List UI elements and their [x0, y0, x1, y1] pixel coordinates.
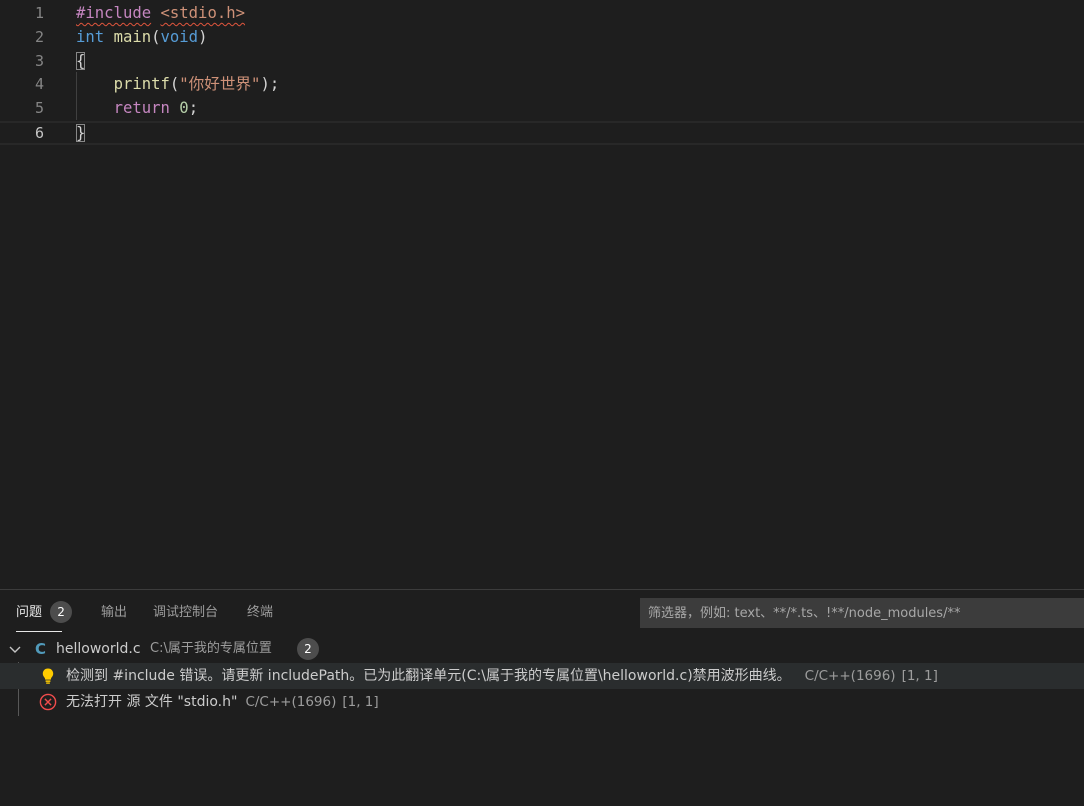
problem-source: C/C++(1696) [245, 694, 337, 710]
brace-token: } [76, 124, 86, 142]
tab-debug-console[interactable]: 调试控制台 [153, 590, 218, 634]
code-line-1[interactable]: 1 #include <stdio.h> [0, 1, 1084, 25]
file-problems-badge: 2 [297, 638, 319, 660]
problem-text: 检测到 #include 错误。请更新 includePath。已为此翻译单元(… [66, 668, 791, 684]
tab-output[interactable]: 输出 [101, 590, 127, 634]
problem-source: C/C++(1696) [804, 668, 896, 684]
function-token: main [113, 28, 152, 46]
bottom-panel: 问题 2 输出 调试控制台 终端 C helloworld.c C:\属于我的专属… [0, 589, 1084, 806]
chevron-down-icon[interactable] [7, 636, 23, 662]
problem-message: 无法打开 源 文件 "stdio.h" C/C++(1696) [1, 1] [66, 689, 379, 715]
line-number: 6 [34, 124, 44, 142]
problem-file-row[interactable]: C helloworld.c C:\属于我的专属位置 2 [0, 636, 1084, 662]
problems-count-badge: 2 [50, 600, 73, 623]
tab-terminal[interactable]: 终端 [247, 590, 273, 634]
include-directive: #include [76, 4, 152, 22]
code-line-4[interactable]: 4 printf("你好世界"); [0, 72, 1084, 96]
line-code: { [76, 49, 86, 73]
line-number: 3 [34, 52, 44, 70]
line-code: int main(void) [76, 25, 207, 49]
paren-token: ( [151, 28, 161, 46]
line-code: printf("你好世界"); [76, 72, 280, 96]
line-number: 4 [34, 75, 44, 93]
line-number: 2 [34, 28, 44, 46]
control-token: return [113, 99, 170, 117]
panel-tabs: 问题 2 输出 调试控制台 终端 [0, 590, 620, 634]
problem-row-cannot-open[interactable]: 无法打开 源 文件 "stdio.h" C/C++(1696) [1, 1] [0, 689, 1084, 715]
tab-label: 问题 [16, 605, 43, 620]
paren-token: ( [169, 75, 180, 93]
paren-token: ) [198, 28, 208, 46]
error-circle-icon [38, 692, 58, 712]
paren-token: ); [260, 75, 280, 93]
c-file-icon: C [35, 640, 47, 658]
problem-position: [1, 1] [342, 694, 379, 710]
problem-position: [1, 1] [901, 668, 938, 684]
problem-row-include-error[interactable]: 检测到 #include 错误。请更新 includePath。已为此翻译单元(… [0, 663, 1084, 689]
number-token: 0 [179, 99, 189, 117]
file-path: C:\属于我的专属位置 [150, 641, 272, 656]
line-code: #include <stdio.h> [76, 1, 245, 25]
file-name: helloworld.c [56, 641, 141, 657]
keyword-token: int [76, 28, 105, 46]
problem-message: 检测到 #include 错误。请更新 includePath。已为此翻译单元(… [66, 663, 938, 689]
code-line-2[interactable]: 2 int main(void) [0, 25, 1084, 49]
tab-label: 终端 [247, 605, 274, 620]
line-code: } [76, 123, 86, 143]
problem-text: 无法打开 源 文件 "stdio.h" [66, 694, 238, 710]
string-token: "你好世界" [179, 75, 261, 93]
include-target: <stdio.h> [160, 4, 246, 22]
tab-label: 输出 [101, 605, 128, 620]
semicolon-token: ; [188, 99, 199, 117]
line-number: 1 [34, 4, 44, 22]
tab-problems[interactable]: 问题 2 [16, 590, 92, 634]
code-editor[interactable]: 1 #include <stdio.h> 2 int main(void) 3 … [0, 0, 1084, 589]
line-number: 5 [34, 99, 44, 117]
line-code: return 0; [76, 96, 199, 120]
lightbulb-icon[interactable] [38, 666, 58, 686]
code-line-5[interactable]: 5 return 0; [0, 96, 1084, 120]
problems-filter-input[interactable] [640, 598, 1084, 628]
tab-label: 调试控制台 [153, 605, 219, 620]
brace-token: { [76, 52, 86, 70]
function-token: printf [113, 75, 170, 93]
keyword-token: void [160, 28, 199, 46]
code-line-3[interactable]: 3 { [0, 49, 1084, 73]
code-line-6[interactable]: 6 } [0, 121, 1084, 145]
